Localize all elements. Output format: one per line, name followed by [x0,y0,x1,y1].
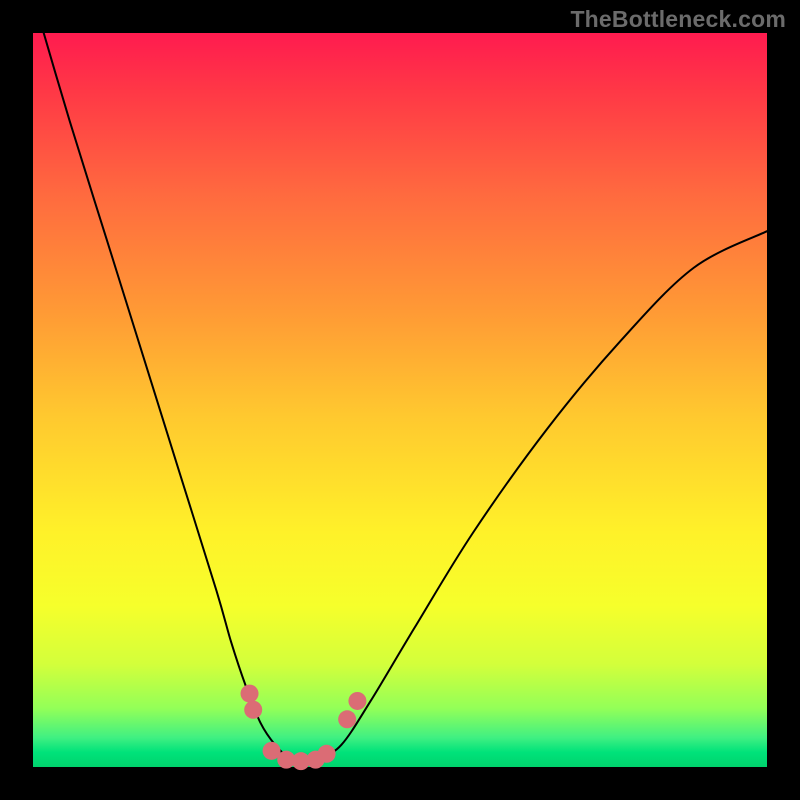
bead-left-upper [241,685,259,703]
bead-right-lower [338,710,356,728]
bottleneck-curve [33,0,767,763]
curve-svg [33,33,767,767]
bead-group [241,685,367,771]
watermark-text: TheBottleneck.com [570,6,786,33]
bead-right-upper [348,692,366,710]
chart-area [33,33,767,767]
bead-bottom-5 [318,745,336,763]
bead-left-lower [244,701,262,719]
